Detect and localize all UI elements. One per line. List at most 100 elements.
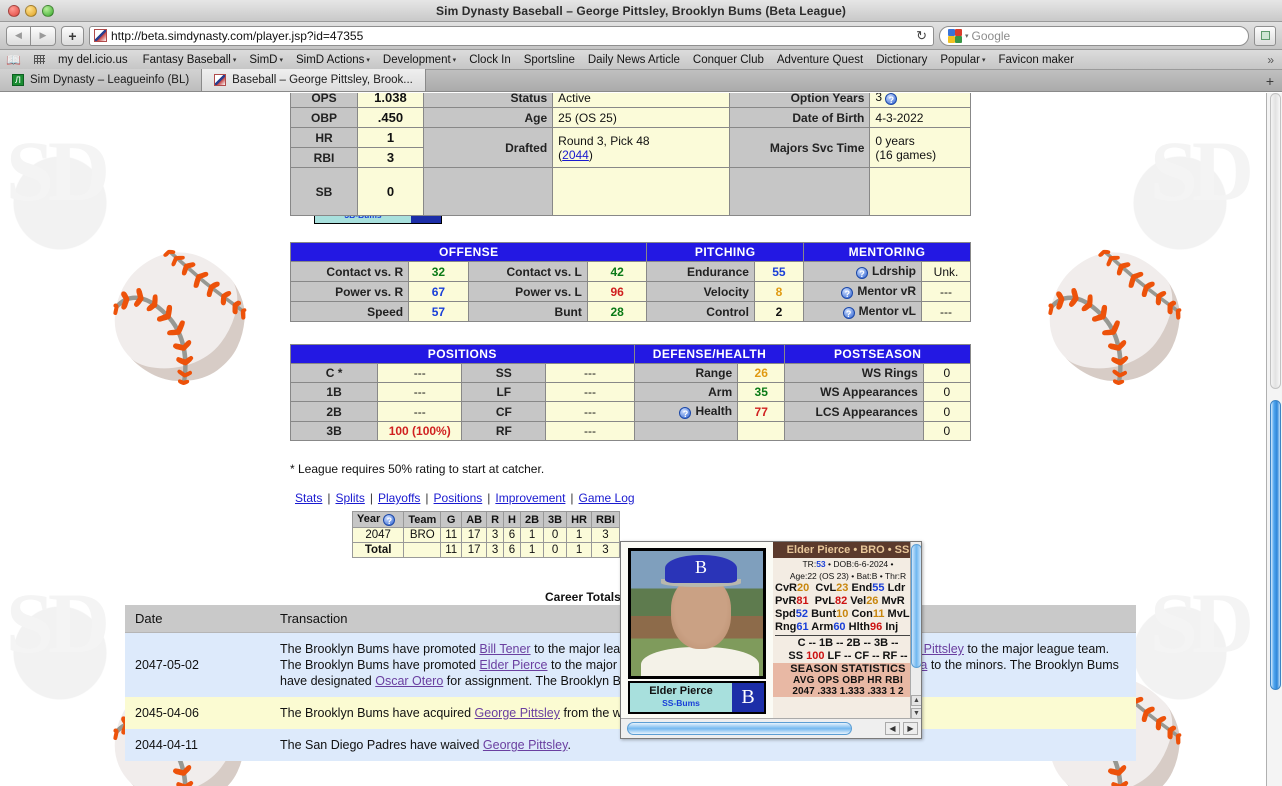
search-box[interactable]: ▾ Google xyxy=(939,25,1249,46)
bookmark-item-12[interactable]: Favicon maker xyxy=(998,54,1073,66)
bookmark-item-2[interactable]: SimD ▾ xyxy=(249,54,283,66)
cell-2b: 1 xyxy=(519,527,545,543)
bookmark-label: my del.icio.us xyxy=(57,53,128,66)
bookmark-item-4[interactable]: Development ▾ xyxy=(383,54,456,66)
career-totals-caption: Career Totals xyxy=(545,590,621,604)
player-link-george-pittsley[interactable]: George Pittsley xyxy=(475,706,560,720)
bookmarks-overflow-icon[interactable]: » xyxy=(1267,53,1276,67)
bookmark-item-9[interactable]: Adventure Quest xyxy=(777,54,863,66)
bookmark-item-7[interactable]: Daily News Article xyxy=(588,54,680,66)
back-button[interactable]: ◀ xyxy=(6,25,31,46)
window-switcher-icon[interactable] xyxy=(1254,25,1276,46)
browser-window: Sim Dynasty Baseball – George Pittsley, … xyxy=(0,0,1282,786)
scroll-up-icon[interactable]: ▲ xyxy=(911,695,921,706)
col-3b: 3B xyxy=(543,511,568,528)
forward-button[interactable]: ▶ xyxy=(31,25,56,46)
range-value: 26 xyxy=(754,366,768,380)
popup-stats-row: 2047 .333 1.333 .333 1 2 xyxy=(773,686,921,697)
txn-date: 2044-04-11 xyxy=(125,729,270,761)
search-input[interactable]: Google xyxy=(972,29,1011,43)
cell-ab: 17 xyxy=(461,542,488,558)
link-game-log[interactable]: Game Log xyxy=(579,491,635,505)
ws-appearances-label: WS Appearances xyxy=(784,382,924,402)
help-icon[interactable]: ? xyxy=(885,93,898,105)
page-scroll-track-upper[interactable] xyxy=(1270,93,1281,389)
ratings-table: OFFENSE PITCHING MENTORING Contact vs. R… xyxy=(289,242,972,322)
arm-value: 35 xyxy=(754,385,768,399)
health-label: ? Health xyxy=(633,401,739,422)
top-sites-icon[interactable] xyxy=(33,55,45,64)
draft-year-link[interactable]: 2044 xyxy=(562,148,589,162)
pitching-header: PITCHING xyxy=(646,242,804,262)
popup-team-logo: B xyxy=(732,683,764,712)
bookmark-label: Development xyxy=(382,53,451,66)
player-link-bill-tener[interactable]: Bill Tener xyxy=(479,642,530,656)
col-hr: HR xyxy=(566,511,592,528)
scroll-right-icon[interactable]: ▶ xyxy=(903,722,918,735)
table-row: Contact vs. R 32 Contact vs. L 42 Endura… xyxy=(289,261,971,282)
tab-leagueinfo[interactable]: Sim Dynasty – Leagueinfo (BL) xyxy=(0,69,203,91)
league-note: * League requires 50% rating to start at… xyxy=(290,462,545,476)
new-tab-plus-button[interactable]: + xyxy=(1258,71,1282,91)
popup-hscroll-thumb[interactable] xyxy=(627,722,852,735)
cell-hr: 1 xyxy=(566,542,592,558)
popup-stats-columns: AVG OPS OBP HR RBI xyxy=(773,675,921,686)
scroll-left-icon[interactable]: ◀ xyxy=(885,722,900,735)
page-scroll-track[interactable] xyxy=(1268,93,1282,786)
nav-buttons[interactable]: ◀ ▶ xyxy=(6,25,56,46)
popup-vertical-scrollbar[interactable]: ▲ ▼ xyxy=(910,542,921,720)
page-scroll-thumb[interactable] xyxy=(1270,400,1281,690)
positions-header: POSITIONS xyxy=(290,344,635,364)
help-icon[interactable]: ? xyxy=(842,307,855,319)
popup-player-name: Elder Pierce SS-Bums xyxy=(630,683,732,712)
link-separator: | xyxy=(487,491,491,505)
reload-icon[interactable]: ↻ xyxy=(916,28,929,44)
option-years-value: 3 ? xyxy=(869,93,971,108)
link-splits[interactable]: Splits xyxy=(335,491,364,505)
bookmark-item-0[interactable]: my del.icio.us xyxy=(58,54,130,66)
help-icon[interactable]: ? xyxy=(383,514,396,526)
player-link-george-pittsley[interactable]: George Pittsley xyxy=(483,738,568,752)
bookmark-label: Sportsline xyxy=(523,53,575,66)
contact-vs-r-label: Contact vs. R xyxy=(289,261,410,282)
bookmark-item-10[interactable]: Dictionary xyxy=(876,54,927,66)
window-title: Sim Dynasty Baseball – George Pittsley, … xyxy=(436,3,846,18)
bookmarks-book-icon[interactable]: 📖 xyxy=(6,53,21,67)
bookmark-item-3[interactable]: SimD Actions ▾ xyxy=(296,54,370,66)
help-icon[interactable]: ? xyxy=(856,267,869,279)
help-icon[interactable]: ? xyxy=(679,407,692,419)
player-link-elder-pierce[interactable]: Elder Pierce xyxy=(479,658,547,672)
popup-photo-panel: Elder Pierce SS-Bums B xyxy=(621,542,773,720)
tab-bar: Sim Dynasty – Leagueinfo (BL) Baseball –… xyxy=(0,69,1282,92)
pos-2b-label: 2B xyxy=(289,401,379,422)
link-positions[interactable]: Positions xyxy=(434,491,483,505)
player-link-oscar-otero[interactable]: Oscar Otero xyxy=(375,674,443,688)
bookmark-item-8[interactable]: Conquer Club xyxy=(693,54,764,66)
new-tab-button[interactable]: + xyxy=(61,25,84,46)
popup-vscroll-thumb[interactable] xyxy=(911,544,921,668)
popup-ratings-panel: Elder Pierce • BRO • SS TR:53 • DOB:6-6-… xyxy=(773,542,921,720)
link-improvement[interactable]: Improvement xyxy=(495,491,565,505)
svc-time-label: Majors Svc Time xyxy=(729,127,871,168)
health-value: 77 xyxy=(754,404,768,419)
bookmark-item-5[interactable]: Clock In xyxy=(469,54,511,66)
site-favicon-icon xyxy=(94,29,107,42)
link-stats[interactable]: Stats xyxy=(295,491,322,505)
bookmark-item-1[interactable]: Fantasy Baseball ▾ xyxy=(143,54,237,66)
link-playoffs[interactable]: Playoffs xyxy=(378,491,420,505)
link-separator: | xyxy=(327,491,331,505)
bookmark-item-11[interactable]: Popular ▾ xyxy=(940,54,985,66)
page-vertical-scrollbar[interactable] xyxy=(1266,93,1282,786)
cell-hr: 1 xyxy=(566,527,592,543)
bookmark-label: Daily News Article xyxy=(587,53,680,66)
search-dropdown-icon[interactable]: ▾ xyxy=(965,32,969,40)
power-vs-l-value: 96 xyxy=(610,284,624,299)
popup-horizontal-scrollbar[interactable]: ◀ ▶ xyxy=(621,718,921,738)
tab-player-page[interactable]: Baseball – George Pittsley, Brook... xyxy=(202,69,426,91)
table-row: 3B 100 (100%) RF --- 0 xyxy=(289,421,972,441)
address-bar[interactable]: http://beta.simdynasty.com/player.jsp?id… xyxy=(89,25,934,46)
table-row: Power vs. R 67 Power vs. L 96 Velocity 8… xyxy=(289,281,971,302)
help-icon[interactable]: ? xyxy=(841,287,854,299)
player-hover-popup[interactable]: Elder Pierce SS-Bums B Elder Pierce • BR… xyxy=(620,541,922,739)
bookmark-item-6[interactable]: Sportsline xyxy=(524,54,575,66)
